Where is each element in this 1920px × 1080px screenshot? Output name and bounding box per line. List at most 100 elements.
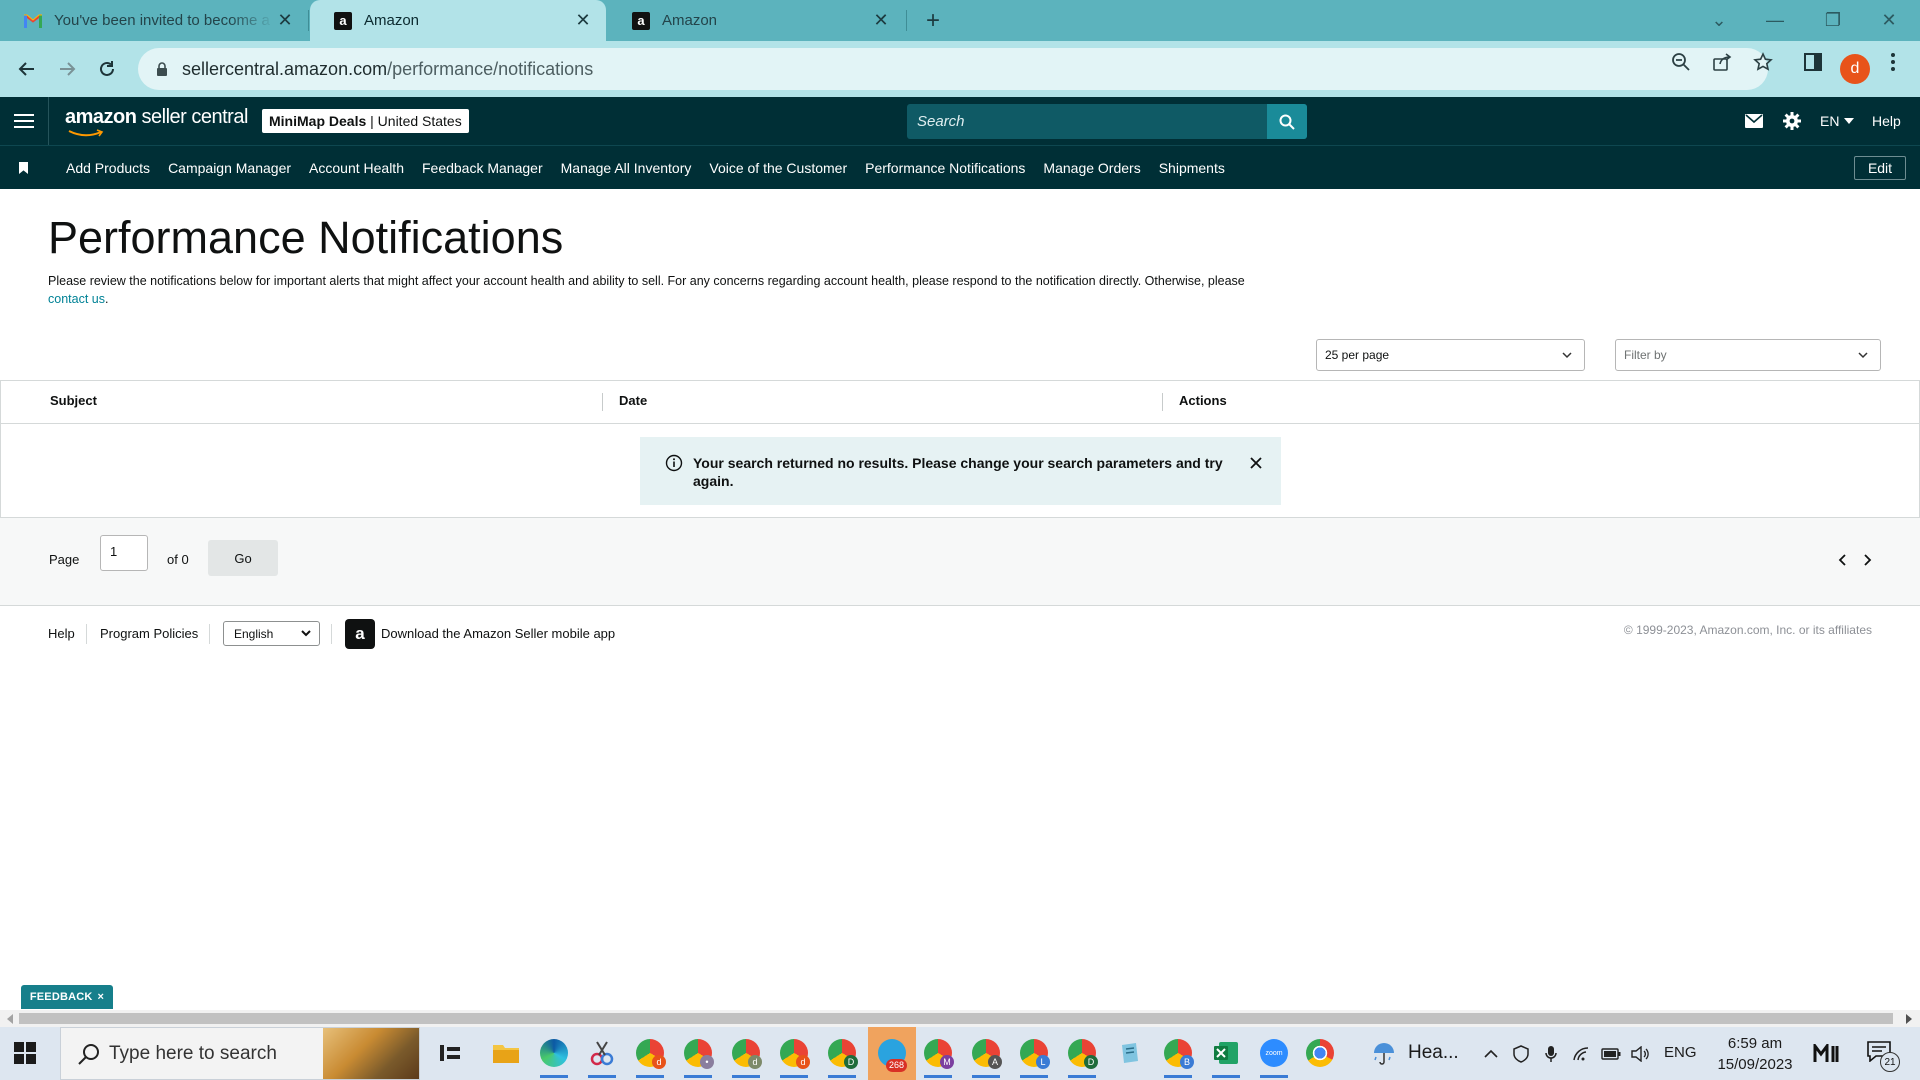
notification-center-icon[interactable]: 21 [1866, 1040, 1900, 1072]
contact-us-link[interactable]: contact us [48, 292, 105, 306]
column-subject[interactable]: Subject [50, 393, 97, 408]
browser-tab-gmail[interactable]: You've been invited to become a ✕ [0, 0, 308, 41]
page-number-input[interactable]: 1 [100, 535, 148, 571]
taskbar-clock[interactable]: 6:59 am 15/09/2023 [1700, 1033, 1810, 1075]
chrome-profile-A-icon[interactable]: A [968, 1035, 1004, 1078]
nav-manage-all-inventory[interactable]: Manage All Inventory [561, 160, 692, 176]
column-date[interactable]: Date [619, 393, 647, 408]
security-shield-icon[interactable] [1510, 1043, 1532, 1065]
download-app-link[interactable]: Download the Amazon Seller mobile app [381, 626, 615, 641]
feedback-close-icon[interactable]: × [98, 991, 105, 1003]
per-page-dropdown[interactable]: 25 per page [1316, 339, 1585, 371]
nav-manage-orders[interactable]: Manage Orders [1043, 160, 1140, 176]
help-link[interactable]: Help [1872, 109, 1901, 133]
weather-rain-icon[interactable] [1366, 1035, 1402, 1071]
previous-page-icon[interactable] [1835, 552, 1851, 568]
share-icon[interactable] [1709, 49, 1735, 75]
browser-tab-amazon-active[interactable]: a Amazon ✕ [310, 0, 606, 41]
close-tab-icon[interactable]: ✕ [870, 10, 892, 32]
footer-program-policies-link[interactable]: Program Policies [100, 626, 198, 641]
task-view-icon[interactable] [432, 1035, 468, 1071]
wifi-icon[interactable] [1570, 1043, 1592, 1065]
lock-icon[interactable] [152, 59, 172, 79]
nav-performance-notifications[interactable]: Performance Notifications [865, 160, 1025, 176]
hamburger-menu-icon[interactable] [14, 111, 34, 131]
volume-icon[interactable] [1630, 1043, 1652, 1065]
mail-icon[interactable] [1744, 109, 1764, 133]
search-button[interactable] [1267, 104, 1307, 139]
nav-account-health[interactable]: Account Health [309, 160, 404, 176]
zoom-app-icon[interactable]: zoom [1256, 1035, 1292, 1078]
snipping-tool-icon[interactable] [584, 1035, 620, 1078]
restore-window-button[interactable]: ❐ [1810, 0, 1856, 41]
windows-start-icon[interactable] [14, 1042, 36, 1064]
seller-central-logo[interactable]: amazon seller central [65, 106, 248, 137]
zoom-icon[interactable] [1668, 49, 1694, 75]
nav-campaign-manager[interactable]: Campaign Manager [168, 160, 291, 176]
scroll-right-arrow-icon[interactable] [1906, 1014, 1912, 1024]
weather-label[interactable]: Hea... [1408, 1042, 1459, 1064]
reload-button[interactable] [89, 51, 125, 87]
footer-help-link[interactable]: Help [48, 626, 75, 641]
chrome-icon[interactable] [1302, 1035, 1338, 1071]
store-selector[interactable]: MiniMap Deals | United States [262, 109, 469, 133]
input-language-label[interactable]: ENG [1664, 1044, 1697, 1061]
caret-down-icon [1844, 118, 1855, 124]
taskbar-search-box[interactable]: Type here to search [60, 1027, 420, 1080]
page-footer: Help Program Policies English a Download… [0, 606, 1920, 662]
scroll-left-arrow-icon[interactable] [7, 1014, 13, 1024]
file-explorer-icon[interactable] [488, 1035, 524, 1071]
chrome-profile-d2-icon[interactable]: d [728, 1035, 764, 1078]
amazon-seller-app-icon[interactable]: a [345, 619, 375, 649]
app-logo-icon[interactable] [1812, 1043, 1842, 1065]
language-selector[interactable]: EN [1820, 109, 1855, 133]
excel-icon[interactable] [1208, 1035, 1244, 1078]
feedback-tab[interactable]: FEEDBACK × [21, 985, 113, 1009]
filter-by-dropdown[interactable]: Filter by [1615, 339, 1881, 371]
bookmark-star-icon[interactable] [1750, 49, 1776, 75]
chrome-profile-blue-icon[interactable]: B [1160, 1035, 1196, 1078]
edit-nav-button[interactable]: Edit [1854, 156, 1906, 180]
bookmark-icon[interactable] [19, 162, 28, 174]
edge-browser-icon[interactable] [536, 1035, 572, 1078]
close-tab-icon[interactable]: ✕ [274, 10, 296, 32]
profile-avatar[interactable]: d [1840, 54, 1870, 84]
chrome-profile-icon[interactable]: • [680, 1035, 716, 1078]
side-panel-icon[interactable] [1800, 49, 1826, 75]
browser-menu-icon[interactable] [1880, 49, 1906, 75]
nav-add-products[interactable]: Add Products [66, 160, 150, 176]
back-button[interactable] [9, 51, 45, 87]
minimize-window-button[interactable]: — [1752, 0, 1798, 41]
info-icon [665, 454, 683, 472]
notepad-icon[interactable] [1112, 1035, 1148, 1071]
chrome-profile-D-icon[interactable]: D [824, 1035, 860, 1078]
chrome-profile-d-icon[interactable]: d [632, 1035, 668, 1078]
chrome-profile-d3-icon[interactable]: d [776, 1035, 812, 1078]
settings-gear-icon[interactable] [1781, 109, 1803, 133]
browser-tab-amazon[interactable]: a Amazon ✕ [608, 0, 904, 41]
horizontal-scrollbar[interactable] [0, 1010, 1920, 1027]
seller-search-box[interactable]: Search [907, 104, 1307, 139]
url-text: sellercentral.amazon.com/performance/not… [182, 58, 594, 79]
close-window-button[interactable]: ✕ [1866, 0, 1912, 41]
footer-language-select[interactable]: English [223, 621, 320, 646]
scrollbar-thumb[interactable] [19, 1013, 1893, 1024]
show-hidden-icons-chevron-icon[interactable] [1480, 1043, 1502, 1065]
chrome-profile-D2-icon[interactable]: D [1064, 1035, 1100, 1078]
new-tab-button[interactable]: + [918, 6, 948, 36]
go-button[interactable]: Go [208, 540, 278, 576]
nav-voice-of-the-customer[interactable]: Voice of the Customer [709, 160, 847, 176]
battery-icon[interactable] [1600, 1043, 1622, 1065]
chrome-profile-M-icon[interactable]: M [920, 1035, 956, 1078]
nav-feedback-manager[interactable]: Feedback Manager [422, 160, 543, 176]
close-alert-icon[interactable] [1245, 452, 1267, 474]
address-bar[interactable]: sellercentral.amazon.com/performance/not… [138, 48, 1768, 90]
nav-shipments[interactable]: Shipments [1159, 160, 1225, 176]
microphone-icon[interactable] [1540, 1043, 1562, 1065]
next-page-icon[interactable] [1859, 552, 1875, 568]
close-tab-icon[interactable]: ✕ [572, 10, 594, 32]
search-input[interactable]: Search [917, 113, 965, 130]
chrome-profile-L-icon[interactable]: L [1016, 1035, 1052, 1078]
tab-search-icon[interactable]: ⌄ [1696, 0, 1742, 41]
forward-button[interactable] [49, 51, 85, 87]
